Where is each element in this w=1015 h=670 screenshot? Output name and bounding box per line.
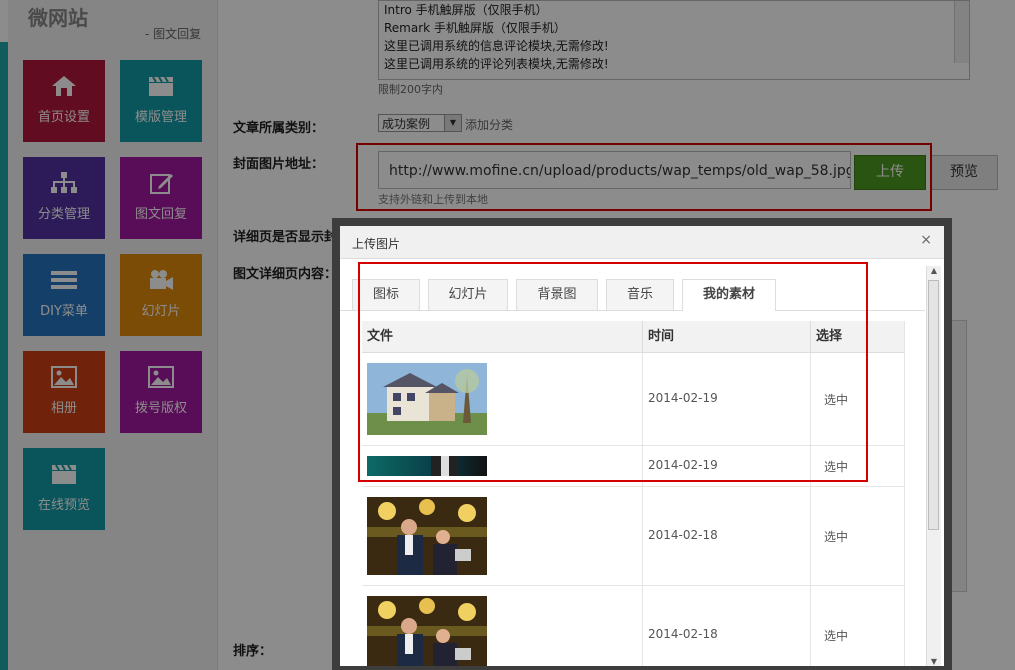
scroll-up-icon[interactable]: ▲: [927, 266, 941, 275]
select-link[interactable]: 选中: [824, 627, 848, 644]
scroll-down-icon[interactable]: ▼: [927, 657, 941, 666]
restaurant-thumbnail[interactable]: [367, 497, 487, 575]
close-icon[interactable]: ×: [920, 232, 932, 248]
dialog-header: 上传图片 ×: [340, 226, 944, 259]
column-divider: [904, 321, 905, 666]
row-date: 2014-02-18: [648, 528, 718, 542]
dialog-scrollbar[interactable]: ▲ ▼: [926, 266, 941, 666]
highlight-box: [358, 262, 868, 482]
dialog-title: 上传图片: [352, 237, 401, 251]
scrollbar-thumb[interactable]: [928, 280, 939, 530]
restaurant-thumbnail[interactable]: [367, 596, 487, 666]
row-date: 2014-02-18: [648, 627, 718, 641]
table-row: 2014-02-18 选中: [362, 586, 904, 666]
select-link[interactable]: 选中: [824, 528, 848, 545]
upload-image-dialog: 上传图片 × 图标 幻灯片 背景图 音乐 我的素材 文件 时间 选择 2014-…: [332, 218, 952, 670]
table-row: 2014-02-18 选中: [362, 487, 904, 586]
